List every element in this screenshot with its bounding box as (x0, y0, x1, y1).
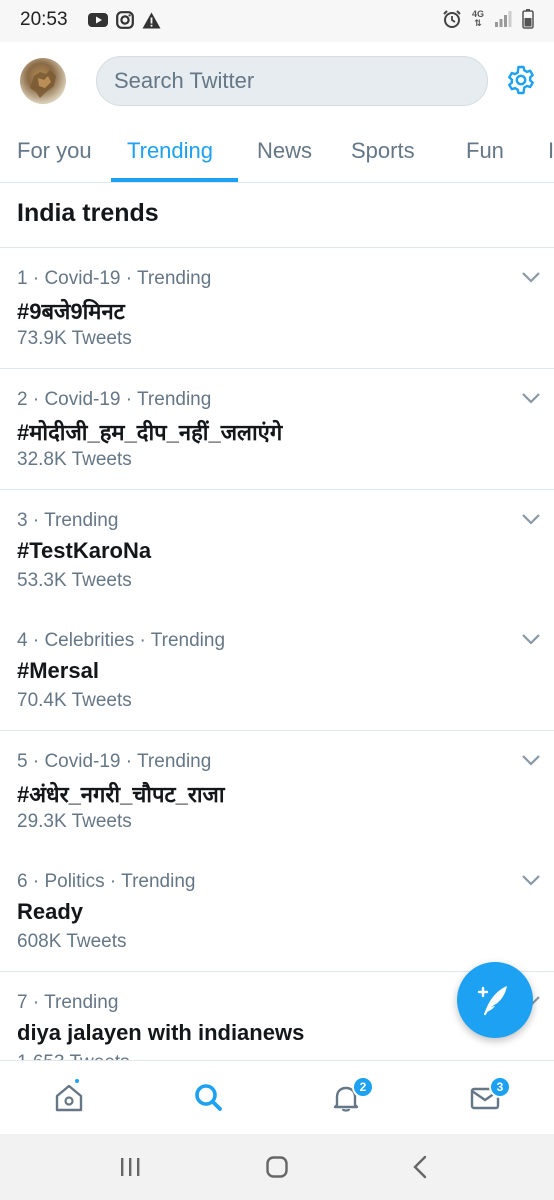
warning-icon (142, 12, 161, 28)
recent-apps-icon[interactable] (118, 1156, 142, 1178)
chevron-down-icon[interactable] (520, 512, 542, 526)
messages-badge: 3 (489, 1076, 511, 1098)
tab-for-you[interactable]: For you (17, 120, 92, 182)
trend-item[interactable]: 5 · Covid-19 · Trending #अंधेर_नगरी_चौपट… (0, 731, 554, 852)
instagram-icon (116, 11, 134, 29)
trend-tweet-count: 29.3K Tweets (17, 811, 132, 832)
avatar-image (30, 70, 56, 98)
trend-name: Ready (17, 899, 84, 924)
tab-trending[interactable]: Trending (127, 120, 213, 182)
youtube-icon (88, 13, 108, 27)
trend-meta: 5 · Covid-19 · Trending (17, 751, 212, 772)
search-input[interactable] (97, 57, 487, 105)
battery-icon (522, 9, 534, 29)
trend-name: #अंधेर_नगरी_चौपट_राजा (17, 782, 225, 807)
nav-home-button[interactable] (49, 1077, 89, 1117)
trend-meta: 6 · Politics · Trending (17, 871, 196, 892)
trend-tweet-count: 73.9K Tweets (17, 328, 132, 349)
compose-tweet-icon (477, 986, 507, 1016)
network-4g-icon: 4G ⇅ (471, 9, 484, 28)
nav-messages-button[interactable]: 3 (465, 1076, 511, 1117)
trend-meta: 4 · Celebrities · Trending (17, 630, 226, 651)
active-tab-indicator (111, 178, 238, 182)
top-app-bar (0, 42, 554, 120)
tab-overflow[interactable]: I (548, 120, 554, 182)
nav-notifications-button[interactable]: 2 (326, 1076, 374, 1117)
system-navigation-bar (0, 1134, 554, 1200)
trend-meta: 1 · Covid-19 · Trending (17, 268, 212, 289)
tab-news[interactable]: News (257, 120, 312, 182)
nav-search-button[interactable] (188, 1077, 228, 1117)
trend-meta: 2 · Covid-19 · Trending (17, 389, 212, 410)
home-circle-icon[interactable] (265, 1155, 289, 1179)
trend-name: #TestKaroNa (17, 538, 152, 563)
explore-tabs: For you Trending News Sports Fun I (0, 120, 554, 183)
trend-item[interactable]: 2 · Covid-19 · Trending #मोदीजी_हम_दीप_न… (0, 369, 554, 490)
trend-tweet-count: 53.3K Tweets (17, 570, 132, 591)
chevron-down-icon[interactable] (520, 753, 542, 767)
trend-name: #Mersal (17, 658, 99, 683)
alarm-icon (443, 10, 461, 28)
trend-meta: 3 · Trending (17, 510, 119, 531)
search-bar[interactable] (96, 56, 488, 106)
trend-meta: 7 · Trending (17, 992, 119, 1013)
search-icon (195, 1084, 222, 1111)
status-bar: 20:53 4G ⇅ (0, 0, 554, 42)
trend-name: diya jalayen with indianews (17, 1020, 305, 1045)
profile-avatar[interactable] (20, 58, 66, 104)
home-unread-dot (73, 1077, 81, 1085)
tab-sports[interactable]: Sports (351, 120, 415, 182)
trend-item[interactable]: 1 · Covid-19 · Trending #9बजे9मिनट 73.9K… (0, 248, 554, 369)
home-icon (55, 1084, 83, 1112)
chevron-down-icon[interactable] (520, 391, 542, 405)
section-title: India trends (17, 199, 159, 227)
trend-tweet-count: 608K Tweets (17, 931, 127, 952)
chevron-down-icon[interactable] (520, 873, 542, 887)
trend-item[interactable]: 4 · Celebrities · Trending #Mersal 70.4K… (0, 610, 554, 731)
notifications-badge: 2 (352, 1076, 374, 1098)
chevron-down-icon[interactable] (520, 632, 542, 646)
signal-icon (495, 11, 512, 27)
trend-tweet-count: 70.4K Tweets (17, 690, 132, 711)
gear-icon[interactable] (505, 64, 537, 96)
trend-item[interactable]: 3 · Trending #TestKaroNa 53.3K Tweets (0, 490, 554, 611)
status-time: 20:53 (20, 9, 68, 30)
trend-tweet-count: 32.8K Tweets (17, 449, 132, 470)
back-icon[interactable] (410, 1154, 430, 1180)
chevron-down-icon[interactable] (520, 270, 542, 284)
tab-fun[interactable]: Fun (466, 120, 504, 182)
trend-name: #मोदीजी_हम_दीप_नहीं_जलाएंगे (17, 420, 283, 445)
trend-item[interactable]: 6 · Politics · Trending Ready 608K Tweet… (0, 851, 554, 972)
compose-tweet-button[interactable] (457, 962, 533, 1038)
bottom-navigation: 2 3 (0, 1060, 554, 1134)
trend-name: #9बजे9मिनट (17, 299, 125, 324)
